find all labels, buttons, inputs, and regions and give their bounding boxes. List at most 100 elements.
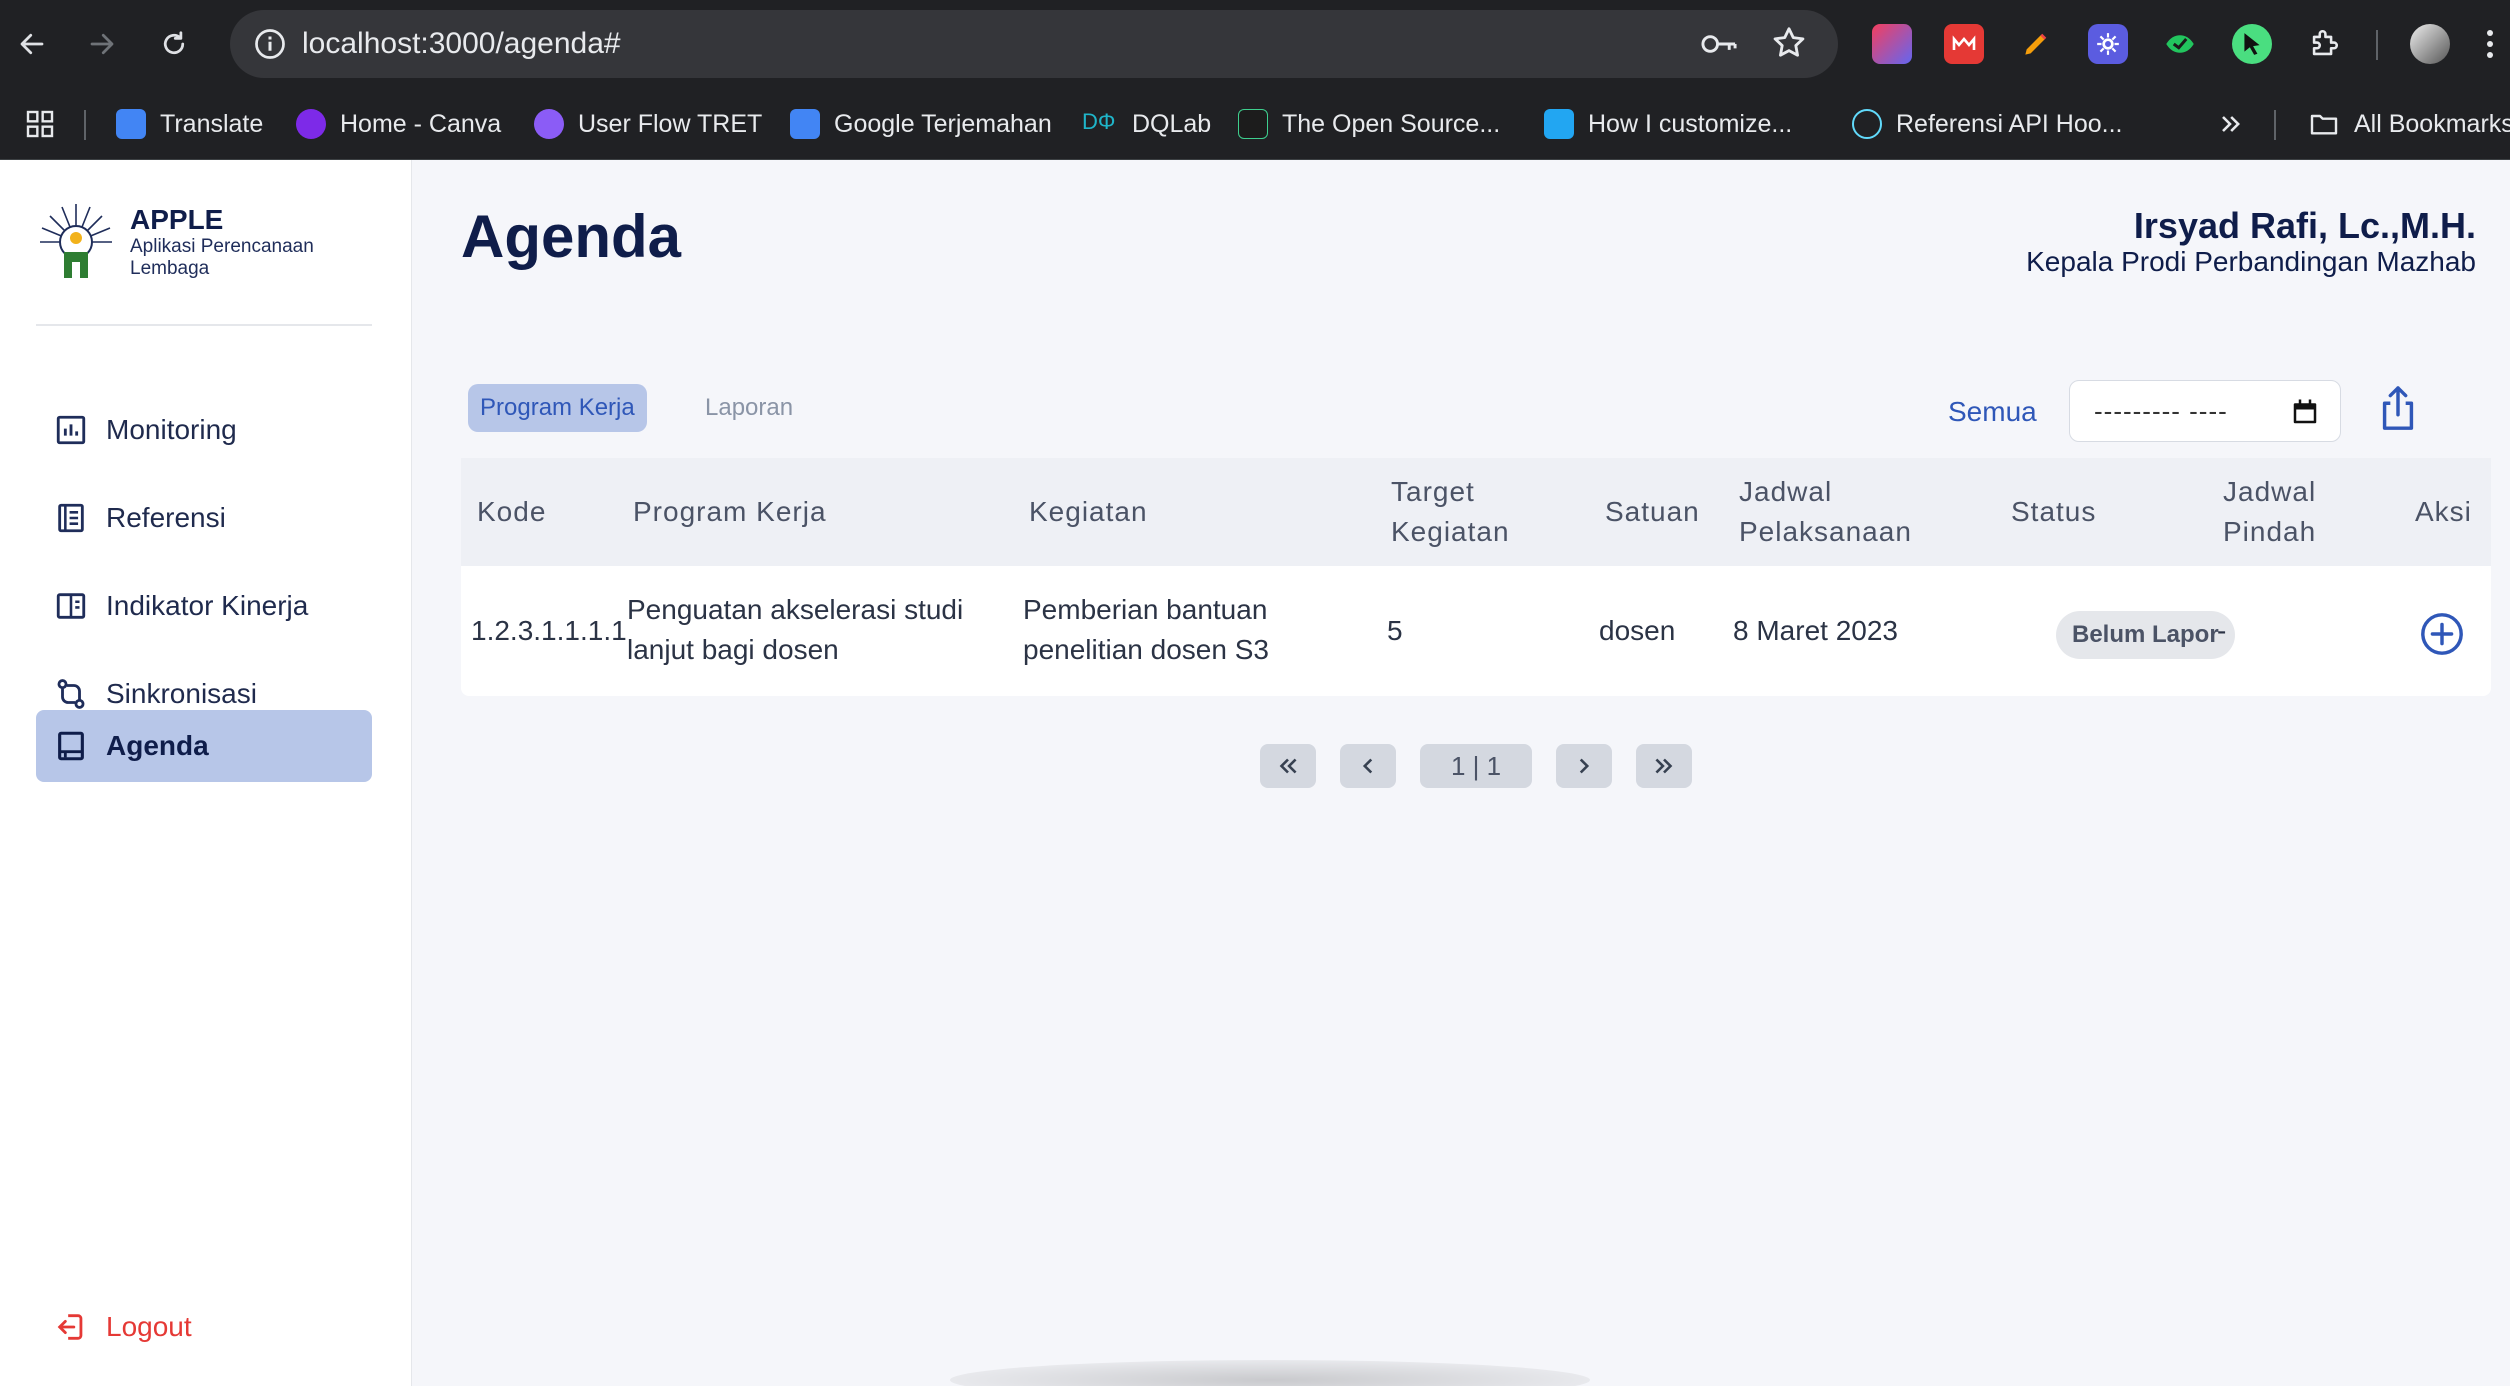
app-subtitle: Aplikasi Perencanaan Lembaga	[130, 236, 314, 279]
bookmark-item[interactable]: User Flow TRET	[534, 106, 762, 142]
reload-icon[interactable]	[152, 22, 196, 66]
user-info: Irsyad Rafi, Lc.,M.H. Kepala Prodi Perba…	[2026, 206, 2476, 278]
bookmark-item[interactable]: DΦ DQLab	[1082, 106, 1211, 142]
userflow-icon	[534, 109, 564, 139]
extension-eye-icon[interactable]	[2160, 24, 2200, 64]
sidebar-item-monitoring[interactable]: Monitoring	[36, 394, 372, 466]
month-filter-input[interactable]: --------- ----	[2069, 380, 2341, 442]
apps-grid-icon[interactable]	[24, 106, 56, 142]
chevrons-left-icon	[1279, 758, 1297, 774]
panel-icon	[56, 593, 86, 619]
app-name: APPLE	[130, 204, 224, 235]
book-icon	[58, 503, 84, 533]
table-row: 1.2.3.1.1.1.1 Penguatan akselerasi studi…	[461, 566, 2491, 696]
plus-circle-icon	[2421, 613, 2463, 655]
tab-program-kerja[interactable]: Program Kerja	[468, 384, 647, 432]
sidebar-divider	[36, 324, 372, 326]
chevron-left-icon	[1362, 758, 1373, 774]
sync-icon	[57, 679, 85, 709]
extension-pen-icon[interactable]	[2016, 24, 2056, 64]
main-content: Agenda Irsyad Rafi, Lc.,M.H. Kepala Prod…	[413, 160, 2510, 1386]
col-status[interactable]: Status	[2011, 492, 2096, 532]
col-program-kerja[interactable]: Program Kerja	[633, 492, 827, 532]
dqlab-icon: DΦ	[1082, 109, 1116, 134]
extension-mendeley-icon[interactable]	[1944, 24, 1984, 64]
bookmark-divider	[84, 110, 86, 140]
chevron-right-icon	[1579, 758, 1590, 774]
cell-program-kerja: Penguatan akselerasi studi lanjut bagi d…	[627, 594, 964, 665]
logout-icon	[57, 1314, 83, 1340]
col-kegiatan[interactable]: Kegiatan	[1029, 492, 1148, 532]
cell-kegiatan: Pemberian bantuan penelitian dosen S3	[1023, 594, 1269, 665]
blog-icon	[1544, 109, 1574, 139]
bookmark-item[interactable]: How I customize...	[1544, 106, 1792, 142]
col-aksi: Aksi	[2415, 496, 2472, 527]
add-action-button[interactable]	[2419, 611, 2465, 662]
chevrons-right-icon	[1655, 758, 1673, 774]
table-header: Kode Program Kerja Kegiatan Target Kegia…	[461, 458, 2491, 566]
profile-avatar[interactable]	[2410, 24, 2450, 64]
status-badge: Belum Lapor	[2056, 611, 2235, 659]
bookmark-item[interactable]: Referensi API Hoo...	[1852, 106, 2123, 142]
forward-icon[interactable]	[80, 22, 124, 66]
first-page-button[interactable]	[1260, 744, 1316, 788]
browser-toolbar: localhost:3000/agenda#	[0, 0, 2510, 88]
brand[interactable]: APPLE Aplikasi Perencanaan Lembaga	[38, 202, 350, 280]
filter-semua-button[interactable]: Semua	[1948, 396, 2037, 428]
export-button[interactable]	[2375, 384, 2421, 439]
col-jadwal-pindah[interactable]: Jadwal Pindah	[2223, 472, 2316, 552]
bookmarks-overflow-icon[interactable]	[2216, 106, 2244, 142]
react-icon	[1852, 109, 1882, 139]
address-bar[interactable]: localhost:3000/agenda#	[230, 10, 1838, 78]
cell-kode: 1.2.3.1.1.1.1	[471, 615, 627, 646]
extension-cursor-icon[interactable]	[2232, 24, 2272, 64]
password-key-icon[interactable]	[1700, 26, 1738, 67]
page-indicator: 1 | 1	[1420, 744, 1532, 788]
sidebar: APPLE Aplikasi Perencanaan Lembaga Monit…	[0, 160, 412, 1386]
cell-jadwal: 8 Maret 2023	[1733, 615, 1898, 646]
sidebar-item-indikator-kinerja[interactable]: Indikator Kinerja	[36, 570, 372, 642]
cell-jadwal-pindah: -	[2217, 615, 2227, 646]
bookmark-item[interactable]: Home - Canva	[296, 106, 501, 142]
google-translate-icon	[790, 109, 820, 139]
next-page-button[interactable]	[1556, 744, 1612, 788]
bookmark-star-icon[interactable]	[1770, 24, 1808, 67]
bookmark-item[interactable]: Google Terjemahan	[790, 106, 1052, 142]
extension-brain-icon[interactable]	[1872, 24, 1912, 64]
sidebar-item-referensi[interactable]: Referensi	[36, 482, 372, 554]
menu-kebab-icon[interactable]	[2478, 24, 2502, 64]
calendar-icon[interactable]	[2290, 397, 2320, 427]
canva-icon	[296, 109, 326, 139]
last-page-button[interactable]	[1636, 744, 1692, 788]
toolbar-divider	[2376, 30, 2378, 60]
page-title: Agenda	[461, 203, 682, 270]
col-target-kegiatan[interactable]: Target Kegiatan	[1391, 472, 1510, 552]
bookmark-divider	[2274, 110, 2276, 140]
user-role: Kepala Prodi Perbandingan Mazhab	[2026, 246, 2476, 277]
bookmark-item[interactable]: Translate	[116, 106, 263, 142]
share-icon	[2382, 386, 2414, 430]
date-placeholder: --------- ----	[2094, 395, 2228, 426]
col-jadwal-pelaksanaan[interactable]: Jadwal Pelaksanaan	[1739, 472, 1912, 552]
tab-laporan[interactable]: Laporan	[693, 384, 805, 432]
supabase-icon	[1238, 109, 1268, 139]
bookmark-item[interactable]: The Open Source...	[1238, 106, 1500, 142]
extensions-puzzle-icon[interactable]	[2304, 24, 2344, 64]
prev-page-button[interactable]	[1340, 744, 1396, 788]
url-text[interactable]: localhost:3000/agenda#	[302, 26, 621, 62]
site-info-icon[interactable]	[252, 26, 288, 62]
extension-gear-icon[interactable]	[2088, 24, 2128, 64]
chart-icon	[56, 415, 86, 445]
logout-button[interactable]: Logout	[54, 1310, 192, 1344]
col-kode[interactable]: Kode	[477, 492, 546, 532]
logo-icon	[40, 204, 112, 278]
cell-satuan: dosen	[1599, 615, 1676, 646]
translate-icon	[116, 109, 146, 139]
back-icon[interactable]	[10, 22, 54, 66]
user-name: Irsyad Rafi, Lc.,M.H.	[2133, 205, 2476, 246]
sidebar-item-agenda[interactable]: Agenda	[36, 710, 372, 782]
bookmarks-bar: Translate Home - Canva User Flow TRET Go…	[0, 88, 2510, 160]
folder-icon	[2310, 114, 2338, 135]
all-bookmarks[interactable]: All Bookmarks	[2308, 106, 2510, 142]
col-satuan[interactable]: Satuan	[1605, 492, 1700, 532]
